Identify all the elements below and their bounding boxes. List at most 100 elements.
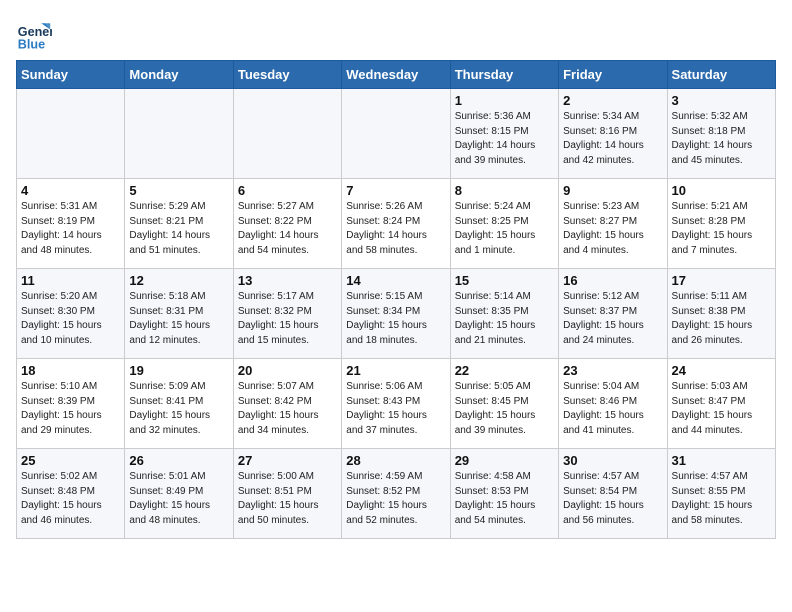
header-sunday: Sunday (17, 61, 125, 89)
calendar-cell: 24 Sunrise: 5:03 AM Sunset: 8:47 PM Dayli… (667, 359, 775, 449)
day-info: Sunrise: 4:57 AM Sunset: 8:55 PM Dayligh… (672, 470, 771, 528)
day-number: 12 (129, 273, 228, 288)
calendar-cell: 6 Sunrise: 5:27 AM Sunset: 8:22 PM Daylig… (233, 179, 341, 269)
calendar-cell: 5 Sunrise: 5:29 AM Sunset: 8:21 PM Daylig… (125, 179, 233, 269)
day-number: 19 (129, 363, 228, 378)
day-info: Sunrise: 5:04 AM Sunset: 8:46 PM Dayligh… (563, 380, 662, 438)
day-info: Sunrise: 5:07 AM Sunset: 8:42 PM Dayligh… (238, 380, 337, 438)
calendar-cell: 16 Sunrise: 5:12 AM Sunset: 8:37 PM Dayli… (559, 269, 667, 359)
day-number: 20 (238, 363, 337, 378)
calendar-cell: 27 Sunrise: 5:00 AM Sunset: 8:51 PM Dayli… (233, 449, 341, 539)
calendar-cell: 30 Sunrise: 4:57 AM Sunset: 8:54 PM Dayli… (559, 449, 667, 539)
calendar-cell: 21 Sunrise: 5:06 AM Sunset: 8:43 PM Dayli… (342, 359, 450, 449)
day-info: Sunrise: 5:36 AM Sunset: 8:15 PM Dayligh… (455, 110, 554, 168)
logo-icon: General Blue (16, 16, 52, 52)
calendar-cell: 1 Sunrise: 5:36 AM Sunset: 8:15 PM Daylig… (450, 89, 558, 179)
day-number: 3 (672, 93, 771, 108)
calendar-cell: 19Sunrise: 5:09 AM Sunset: 8:41 PM Dayli… (125, 359, 233, 449)
calendar-cell: 26 Sunrise: 5:01 AM Sunset: 8:49 PM Dayli… (125, 449, 233, 539)
day-number: 14 (346, 273, 445, 288)
calendar-cell: 22 Sunrise: 5:05 AM Sunset: 8:45 PM Dayli… (450, 359, 558, 449)
header-thursday: Thursday (450, 61, 558, 89)
week-row-2: 4Sunrise: 5:31 AM Sunset: 8:19 PM Daylig… (17, 179, 776, 269)
day-number: 15 (455, 273, 554, 288)
day-number: 27 (238, 453, 337, 468)
day-info: Sunrise: 5:27 AM Sunset: 8:22 PM Dayligh… (238, 200, 337, 258)
calendar-cell: 31Sunrise: 4:57 AM Sunset: 8:55 PM Dayli… (667, 449, 775, 539)
calendar-cell: 3Sunrise: 5:32 AM Sunset: 8:18 PM Daylig… (667, 89, 775, 179)
calendar-cell: 29 Sunrise: 4:58 AM Sunset: 8:53 PM Dayli… (450, 449, 558, 539)
calendar-cell: 2Sunrise: 5:34 AM Sunset: 8:16 PM Daylig… (559, 89, 667, 179)
day-number: 1 (455, 93, 554, 108)
week-row-1: 1 Sunrise: 5:36 AM Sunset: 8:15 PM Daylig… (17, 89, 776, 179)
day-info: Sunrise: 5:00 AM Sunset: 8:51 PM Dayligh… (238, 470, 337, 528)
calendar-cell: 28 Sunrise: 4:59 AM Sunset: 8:52 PM Dayli… (342, 449, 450, 539)
header-wednesday: Wednesday (342, 61, 450, 89)
day-number: 26 (129, 453, 228, 468)
day-number: 30 (563, 453, 662, 468)
logo: General Blue (16, 16, 60, 52)
calendar-cell: 18 Sunrise: 5:10 AM Sunset: 8:39 PM Dayli… (17, 359, 125, 449)
calendar-cell (342, 89, 450, 179)
page-header: General Blue (16, 16, 776, 52)
calendar-cell: 13Sunrise: 5:17 AM Sunset: 8:32 PM Dayli… (233, 269, 341, 359)
day-number: 7 (346, 183, 445, 198)
day-number: 8 (455, 183, 554, 198)
day-info: Sunrise: 5:03 AM Sunset: 8:47 PM Dayligh… (672, 380, 771, 438)
day-info: Sunrise: 5:11 AM Sunset: 8:38 PM Dayligh… (672, 290, 771, 348)
day-info: Sunrise: 5:06 AM Sunset: 8:43 PM Dayligh… (346, 380, 445, 438)
day-number: 13 (238, 273, 337, 288)
calendar-cell: 23 Sunrise: 5:04 AM Sunset: 8:46 PM Dayli… (559, 359, 667, 449)
week-row-4: 18 Sunrise: 5:10 AM Sunset: 8:39 PM Dayli… (17, 359, 776, 449)
day-number: 22 (455, 363, 554, 378)
day-number: 5 (129, 183, 228, 198)
day-info: Sunrise: 5:24 AM Sunset: 8:25 PM Dayligh… (455, 200, 554, 258)
day-info: Sunrise: 5:01 AM Sunset: 8:49 PM Dayligh… (129, 470, 228, 528)
day-number: 24 (672, 363, 771, 378)
calendar-cell: 11Sunrise: 5:20 AM Sunset: 8:30 PM Dayli… (17, 269, 125, 359)
day-info: Sunrise: 5:05 AM Sunset: 8:45 PM Dayligh… (455, 380, 554, 438)
day-number: 29 (455, 453, 554, 468)
svg-text:Blue: Blue (18, 37, 45, 51)
day-info: Sunrise: 5:10 AM Sunset: 8:39 PM Dayligh… (21, 380, 120, 438)
day-number: 23 (563, 363, 662, 378)
calendar-cell: 25 Sunrise: 5:02 AM Sunset: 8:48 PM Dayli… (17, 449, 125, 539)
week-row-3: 11Sunrise: 5:20 AM Sunset: 8:30 PM Dayli… (17, 269, 776, 359)
day-number: 28 (346, 453, 445, 468)
calendar-cell: 14 Sunrise: 5:15 AM Sunset: 8:34 PM Dayli… (342, 269, 450, 359)
calendar-cell (125, 89, 233, 179)
day-number: 18 (21, 363, 120, 378)
calendar-table: SundayMondayTuesdayWednesdayThursdayFrid… (16, 60, 776, 539)
day-info: Sunrise: 4:58 AM Sunset: 8:53 PM Dayligh… (455, 470, 554, 528)
day-number: 16 (563, 273, 662, 288)
day-info: Sunrise: 5:21 AM Sunset: 8:28 PM Dayligh… (672, 200, 771, 258)
calendar-cell: 15 Sunrise: 5:14 AM Sunset: 8:35 PM Dayli… (450, 269, 558, 359)
day-info: Sunrise: 5:34 AM Sunset: 8:16 PM Dayligh… (563, 110, 662, 168)
day-number: 6 (238, 183, 337, 198)
day-number: 21 (346, 363, 445, 378)
day-info: Sunrise: 5:29 AM Sunset: 8:21 PM Dayligh… (129, 200, 228, 258)
day-info: Sunrise: 5:12 AM Sunset: 8:37 PM Dayligh… (563, 290, 662, 348)
day-info: Sunrise: 5:15 AM Sunset: 8:34 PM Dayligh… (346, 290, 445, 348)
day-info: Sunrise: 4:57 AM Sunset: 8:54 PM Dayligh… (563, 470, 662, 528)
calendar-cell: 7Sunrise: 5:26 AM Sunset: 8:24 PM Daylig… (342, 179, 450, 269)
calendar-cell (17, 89, 125, 179)
calendar-cell: 12 Sunrise: 5:18 AM Sunset: 8:31 PM Dayli… (125, 269, 233, 359)
day-info: Sunrise: 4:59 AM Sunset: 8:52 PM Dayligh… (346, 470, 445, 528)
day-number: 11 (21, 273, 120, 288)
calendar-cell (233, 89, 341, 179)
header-saturday: Saturday (667, 61, 775, 89)
calendar-cell: 8 Sunrise: 5:24 AM Sunset: 8:25 PM Daylig… (450, 179, 558, 269)
day-number: 25 (21, 453, 120, 468)
calendar-cell: 9Sunrise: 5:23 AM Sunset: 8:27 PM Daylig… (559, 179, 667, 269)
calendar-cell: 10Sunrise: 5:21 AM Sunset: 8:28 PM Dayli… (667, 179, 775, 269)
header-friday: Friday (559, 61, 667, 89)
day-info: Sunrise: 5:14 AM Sunset: 8:35 PM Dayligh… (455, 290, 554, 348)
calendar-cell: 17 Sunrise: 5:11 AM Sunset: 8:38 PM Dayli… (667, 269, 775, 359)
day-number: 17 (672, 273, 771, 288)
header-tuesday: Tuesday (233, 61, 341, 89)
day-info: Sunrise: 5:31 AM Sunset: 8:19 PM Dayligh… (21, 200, 120, 258)
header-row: SundayMondayTuesdayWednesdayThursdayFrid… (17, 61, 776, 89)
day-info: Sunrise: 5:18 AM Sunset: 8:31 PM Dayligh… (129, 290, 228, 348)
day-info: Sunrise: 5:02 AM Sunset: 8:48 PM Dayligh… (21, 470, 120, 528)
